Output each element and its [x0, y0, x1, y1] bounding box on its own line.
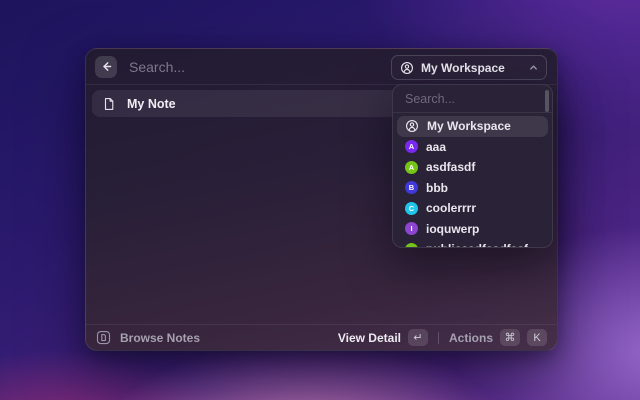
workspace-avatar: B — [405, 181, 418, 194]
workspace-option-coolerrrr[interactable]: C coolerrrr — [397, 198, 548, 219]
footer-left: Browse Notes — [96, 330, 330, 345]
workspace-option-my-workspace[interactable]: My Workspace — [397, 116, 548, 137]
workspace-avatar: C — [405, 202, 418, 215]
workspace-option-publicasdfasdfasf[interactable]: P publicasdfasdfasf — [397, 239, 548, 248]
arrow-left-icon — [100, 60, 113, 73]
user-circle-icon — [400, 61, 414, 75]
back-button[interactable] — [95, 56, 117, 78]
dropdown-list: My Workspace A aaa A asdfasdf B bbb C co… — [393, 113, 552, 248]
k-keycap[interactable]: K — [527, 329, 547, 346]
app-window: Search... My Workspace — [85, 48, 558, 351]
workspace-dropdown: Search... My Workspace A aa — [392, 84, 553, 248]
workspace-selector-label: My Workspace — [421, 61, 522, 75]
workspace-option-aaa[interactable]: A aaa — [397, 137, 548, 158]
footer-source-label: Browse Notes — [120, 331, 200, 345]
user-circle-icon — [405, 119, 419, 133]
dropdown-search-input[interactable]: Search... — [405, 92, 455, 106]
view-detail-action[interactable]: View Detail — [338, 331, 401, 345]
workspace-selector-button[interactable]: My Workspace — [391, 55, 547, 80]
enter-keycap[interactable]: ↵ — [408, 329, 428, 346]
cmd-keycap[interactable]: ⌘ — [500, 329, 520, 346]
workspace-avatar: A — [405, 161, 418, 174]
footer-bar: Browse Notes View Detail ↵ Actions ⌘ K — [86, 324, 557, 350]
dropdown-scrollbar[interactable] — [545, 90, 549, 112]
actions-menu-button[interactable]: Actions — [449, 331, 493, 345]
list-item-label: My Note — [127, 97, 176, 111]
search-header: Search... My Workspace — [86, 49, 557, 85]
footer-divider — [438, 332, 439, 344]
note-icon — [102, 97, 116, 111]
workspace-option-asdfasdf[interactable]: A asdfasdf — [397, 157, 548, 178]
workspace-option-ioquwerp[interactable]: I ioquwerp — [397, 219, 548, 240]
dropdown-search-row: Search... — [393, 85, 552, 113]
workspace-avatar: A — [405, 140, 418, 153]
workspace-avatar: I — [405, 222, 418, 235]
desktop-background: Search... My Workspace — [0, 0, 640, 400]
workspace-option-bbb[interactable]: B bbb — [397, 178, 548, 199]
browse-notes-icon — [96, 330, 111, 345]
chevron-up-icon — [529, 63, 538, 72]
workspace-avatar: P — [405, 243, 418, 248]
footer-actions: View Detail ↵ Actions ⌘ K — [338, 329, 547, 346]
